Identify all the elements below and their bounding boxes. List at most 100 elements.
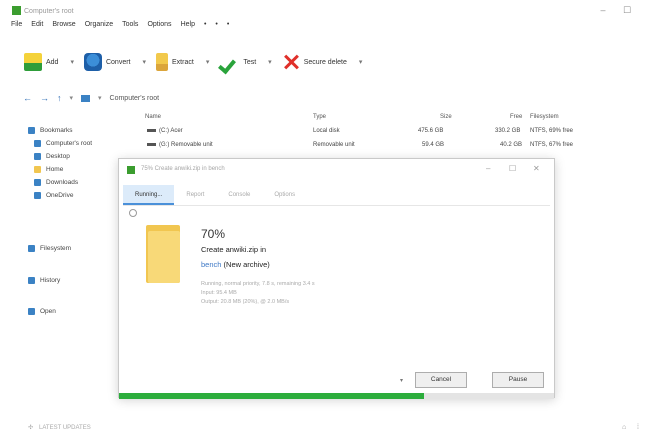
- download-icon: [34, 179, 41, 186]
- computer-icon: [81, 94, 91, 102]
- target-folder-link[interactable]: bench: [201, 260, 221, 269]
- extract-icon: [156, 53, 169, 71]
- up-arrow-icon[interactable]: ↑: [57, 93, 62, 103]
- add-archive-icon: [24, 53, 42, 71]
- menu-browse[interactable]: Browse: [52, 21, 75, 33]
- menu-file[interactable]: File: [11, 21, 22, 33]
- sidebar-item-home[interactable]: Home: [34, 166, 63, 173]
- extract-button-label: Extract: [172, 58, 194, 66]
- convert-icon: [83, 53, 102, 71]
- sidebar-item-filesystem[interactable]: Filesystem: [28, 245, 71, 252]
- history-icon: [28, 277, 35, 284]
- sidebar-item-downloads[interactable]: Downloads: [34, 179, 78, 186]
- row-filesystem: NTFS, 67% free: [530, 142, 574, 148]
- computer-icon: [34, 140, 41, 147]
- menu-tools[interactable]: Tools: [122, 21, 138, 33]
- sidebar-item-bookmarks[interactable]: Bookmarks: [28, 127, 73, 134]
- tab-options[interactable]: Options: [262, 185, 307, 205]
- sidebar-item-label: Bookmarks: [40, 127, 73, 134]
- sidebar-item-open[interactable]: Open: [28, 308, 56, 315]
- secure-delete-dropdown-icon[interactable]: ▾: [359, 58, 363, 66]
- row-size: 475.6 GB: [418, 128, 444, 134]
- target-suffix: (New archive): [223, 260, 270, 269]
- column-header-type[interactable]: Type: [313, 114, 326, 124]
- breadcrumb[interactable]: Computer's root: [110, 95, 160, 102]
- menu-extra-2[interactable]: •: [215, 21, 217, 33]
- column-header-filesystem[interactable]: Filesystem: [530, 114, 559, 124]
- progress-bar-fill: [119, 393, 424, 399]
- menu-extra-1[interactable]: •: [204, 21, 206, 33]
- status-bar: ✣ LATEST UPDATES: [28, 424, 91, 432]
- column-header-name[interactable]: Name: [145, 114, 161, 124]
- menu-extra-3[interactable]: •: [227, 21, 229, 33]
- menu-edit[interactable]: Edit: [31, 21, 43, 33]
- dialog-logo-icon: [127, 166, 135, 174]
- tab-divider: [123, 205, 550, 206]
- row-free: 330.2 GB: [495, 128, 521, 134]
- status-icon: ✣: [28, 425, 34, 431]
- add-button[interactable]: Add: [24, 53, 58, 71]
- forward-arrow-icon[interactable]: →: [40, 93, 49, 103]
- history-dropdown-icon[interactable]: ▾: [70, 94, 74, 102]
- menu-options[interactable]: Options: [147, 21, 171, 33]
- cloud-icon: [34, 192, 41, 199]
- sidebar-item-history[interactable]: History: [28, 277, 60, 284]
- sidebar-item-computers-root[interactable]: Computer's root: [34, 140, 92, 147]
- convert-button[interactable]: Convert: [83, 53, 131, 71]
- test-button-label: Test: [243, 58, 257, 66]
- row-filesystem: NTFS, 69% free: [530, 128, 574, 134]
- sidebar-item-onedrive[interactable]: OneDrive: [34, 192, 73, 199]
- drive-icon: [147, 128, 156, 132]
- column-header-size[interactable]: Size: [440, 114, 452, 124]
- home-icon[interactable]: ⌂: [622, 424, 626, 431]
- sidebar-item-label: Desktop: [46, 153, 70, 160]
- cancel-button[interactable]: Cancel: [415, 372, 467, 388]
- pause-button[interactable]: Pause: [492, 372, 544, 388]
- menu-help[interactable]: Help: [181, 21, 195, 33]
- extract-button[interactable]: Extract: [156, 53, 194, 71]
- dialog-maximize-icon[interactable]: ☐: [509, 164, 516, 173]
- test-button[interactable]: Test: [219, 53, 256, 71]
- sidebar-item-desktop[interactable]: Desktop: [34, 153, 70, 160]
- sidebar-item-label: History: [40, 277, 61, 284]
- tab-report[interactable]: Report: [174, 185, 216, 205]
- menu-bar: File Edit Browse Organize Tools Options …: [11, 21, 229, 33]
- extract-dropdown-icon[interactable]: ▾: [206, 58, 210, 66]
- toolbar: Add ▾ Convert ▾ Extract ▾ Test ▾ Secure …: [24, 50, 372, 74]
- maximize-icon[interactable]: ☐: [620, 4, 634, 16]
- path-dropdown-icon[interactable]: ▾: [98, 94, 102, 102]
- add-button-label: Add: [46, 58, 59, 66]
- dialog-close-icon[interactable]: ✕: [533, 164, 540, 173]
- add-dropdown-icon[interactable]: ▾: [70, 58, 74, 66]
- progress-dialog: 75% Create anwiki.zip in bench – ☐ ✕ Run…: [118, 158, 555, 399]
- spinner-icon: [129, 209, 137, 217]
- dialog-title: 75% Create anwiki.zip in bench: [141, 166, 225, 172]
- secure-delete-label: Secure delete: [303, 58, 347, 66]
- title-bar: Computer's root: [0, 0, 647, 22]
- secure-delete-button[interactable]: Secure delete: [282, 53, 347, 71]
- sidebar-item-label: OneDrive: [46, 192, 74, 199]
- sidebar-item-label: Downloads: [46, 179, 79, 186]
- secure-delete-icon: [282, 53, 300, 71]
- latest-updates-link[interactable]: LATEST UPDATES: [39, 425, 91, 431]
- more-options-chevron-icon[interactable]: ▾: [400, 377, 403, 384]
- dialog-minimize-icon[interactable]: –: [486, 164, 490, 173]
- window-title: Computer's root: [24, 7, 74, 15]
- column-header-free[interactable]: Free: [510, 114, 522, 124]
- row-size: 59.4 GB: [422, 142, 445, 148]
- back-arrow-icon[interactable]: ←: [23, 93, 32, 103]
- tab-console[interactable]: Console: [216, 185, 262, 205]
- target-line: bench (New archive): [201, 260, 270, 269]
- convert-dropdown-icon[interactable]: ▾: [143, 58, 147, 66]
- sidebar-item-label: Open: [40, 308, 56, 315]
- folder-icon: [146, 221, 180, 283]
- tab-running[interactable]: Running...: [123, 185, 175, 205]
- sidebar-item-label: Computer's root: [46, 140, 93, 147]
- row-name: (G:) Removable unit: [159, 142, 213, 148]
- test-dropdown-icon[interactable]: ▾: [268, 58, 272, 66]
- info-icon[interactable]: ⁞: [637, 424, 639, 431]
- convert-button-label: Convert: [105, 58, 131, 66]
- menu-organize[interactable]: Organize: [85, 21, 113, 33]
- filesystem-icon: [28, 245, 35, 252]
- minimize-icon[interactable]: –: [596, 4, 610, 16]
